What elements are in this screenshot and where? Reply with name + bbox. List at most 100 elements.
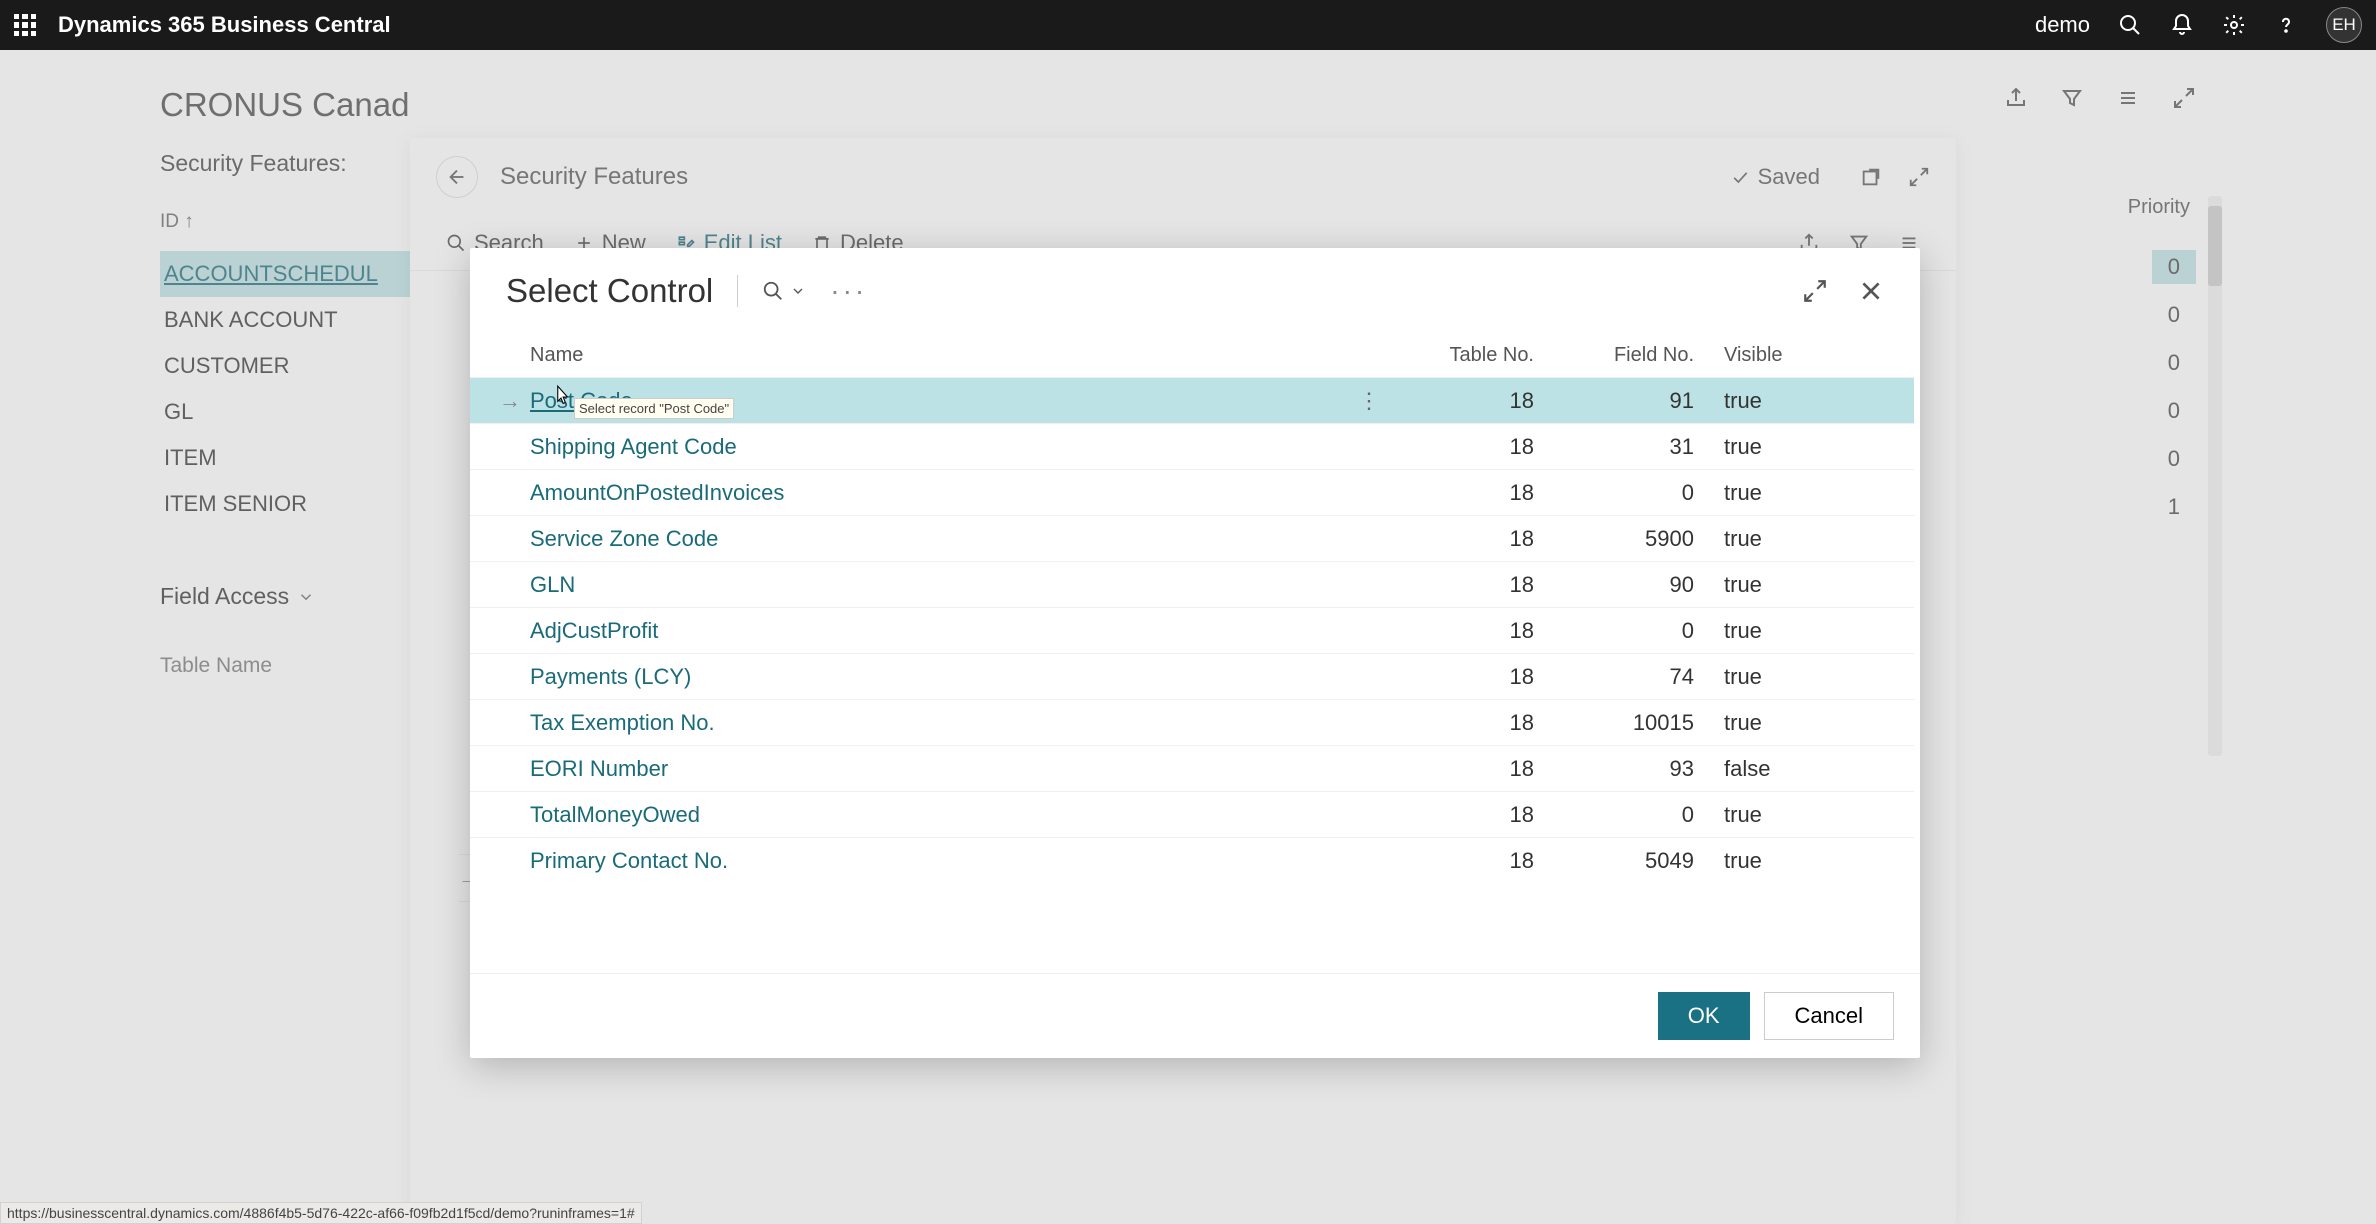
- visible-header[interactable]: Visible: [1694, 344, 1894, 367]
- table-no-cell: 18: [1384, 618, 1534, 644]
- bell-icon[interactable]: [2170, 13, 2194, 37]
- visible-cell: true: [1694, 388, 1894, 414]
- grid-row[interactable]: →EORI Number⋮1893false: [470, 745, 1914, 791]
- name-link[interactable]: Post Code: [530, 388, 633, 413]
- dialog-search-button[interactable]: [762, 280, 806, 302]
- scrollbar[interactable]: [2208, 196, 2222, 756]
- product-title: Dynamics 365 Business Central: [58, 12, 391, 38]
- grid-row[interactable]: →Primary Contact No.⋮185049true: [470, 837, 1914, 883]
- expand-icon[interactable]: [2172, 86, 2196, 110]
- priority-column-header[interactable]: Priority: [2128, 196, 2190, 219]
- name-link[interactable]: GLN: [530, 572, 575, 597]
- arrow-left-icon: [446, 166, 468, 188]
- table-no-cell: 18: [1384, 664, 1534, 690]
- field-no-cell: 31: [1534, 434, 1694, 460]
- visible-cell: true: [1694, 526, 1894, 552]
- name-link[interactable]: Payments (LCY): [530, 664, 691, 689]
- visible-cell: true: [1694, 572, 1894, 598]
- chevron-down-icon: [790, 283, 806, 299]
- name-link[interactable]: Primary Contact No.: [530, 848, 728, 873]
- app-launcher-icon[interactable]: [14, 14, 36, 36]
- row-indicator-icon: →: [490, 388, 530, 414]
- table-no-header[interactable]: Table No.: [1384, 344, 1534, 367]
- grid-row[interactable]: →Tax Exemption No.⋮1810015true: [470, 699, 1914, 745]
- top-navbar: Dynamics 365 Business Central demo EH: [0, 0, 2376, 50]
- search-icon: [762, 280, 784, 302]
- name-link[interactable]: AdjCustProfit: [530, 618, 658, 643]
- table-no-cell: 18: [1384, 848, 1534, 874]
- field-no-cell: 0: [1534, 618, 1694, 644]
- priority-cell: 0: [2152, 442, 2196, 476]
- filter-icon[interactable]: [2060, 86, 2084, 110]
- expand-icon[interactable]: [1908, 166, 1930, 188]
- name-link[interactable]: Shipping Agent Code: [530, 434, 737, 459]
- field-no-cell: 93: [1534, 756, 1694, 782]
- name-link[interactable]: Tax Exemption No.: [530, 710, 715, 735]
- visible-cell: true: [1694, 848, 1894, 874]
- field-no-header[interactable]: Field No.: [1534, 344, 1694, 367]
- visible-cell: true: [1694, 618, 1894, 644]
- grid-row[interactable]: →AmountOnPostedInvoices⋮180true: [470, 469, 1914, 515]
- status-bar: https://businesscentral.dynamics.com/488…: [0, 1202, 642, 1224]
- dialog-more-button[interactable]: ···: [830, 275, 867, 307]
- list-icon[interactable]: [2116, 86, 2140, 110]
- popout-icon[interactable]: [1860, 166, 1882, 188]
- name-link[interactable]: AmountOnPostedInvoices: [530, 480, 784, 505]
- field-no-cell: 10015: [1534, 710, 1694, 736]
- field-no-cell: 5049: [1534, 848, 1694, 874]
- row-more-button[interactable]: ⋮: [1354, 388, 1384, 414]
- avatar[interactable]: EH: [2326, 7, 2362, 43]
- grid-row[interactable]: →Payments (LCY)⋮1874true: [470, 653, 1914, 699]
- field-no-cell: 0: [1534, 802, 1694, 828]
- field-no-cell: 90: [1534, 572, 1694, 598]
- card-title: Security Features: [500, 163, 1708, 191]
- check-icon: [1730, 167, 1750, 187]
- grid-header: Name Table No. Field No. Visible: [470, 326, 1914, 377]
- field-no-cell: 74: [1534, 664, 1694, 690]
- field-no-cell: 5900: [1534, 526, 1694, 552]
- company-title: CRONUS Canad: [160, 86, 600, 124]
- name-link[interactable]: Service Zone Code: [530, 526, 718, 551]
- table-no-cell: 18: [1384, 526, 1534, 552]
- field-no-cell: 91: [1534, 388, 1694, 414]
- table-no-cell: 18: [1384, 710, 1534, 736]
- name-link[interactable]: EORI Number: [530, 756, 668, 781]
- name-link[interactable]: TotalMoneyOwed: [530, 802, 700, 827]
- user-label[interactable]: demo: [2035, 12, 2090, 38]
- grid-row[interactable]: →Shipping Agent Code⋮1831true: [470, 423, 1914, 469]
- grid-row[interactable]: →Post Code ⋮1891true: [470, 377, 1914, 423]
- table-no-cell: 18: [1384, 434, 1534, 460]
- gear-icon[interactable]: [2222, 13, 2246, 37]
- back-button[interactable]: [436, 156, 478, 198]
- ok-button[interactable]: OK: [1658, 992, 1750, 1040]
- field-no-cell: 0: [1534, 480, 1694, 506]
- table-no-cell: 18: [1384, 388, 1534, 414]
- grid-row[interactable]: →GLN⋮1890true: [470, 561, 1914, 607]
- grid-row[interactable]: →AdjCustProfit⋮180true: [470, 607, 1914, 653]
- grid-row[interactable]: →Service Zone Code⋮185900true: [470, 515, 1914, 561]
- visible-cell: true: [1694, 802, 1894, 828]
- priority-cell: 0: [2152, 394, 2196, 428]
- search-icon: [446, 233, 466, 253]
- grid-body: Select record "Post Code" →Post Code⋮189…: [470, 377, 1914, 973]
- field-access-header[interactable]: Field Access: [160, 583, 315, 610]
- select-control-dialog: Select Control ··· Name Table No. Field …: [470, 248, 1920, 1058]
- grid-row[interactable]: →TotalMoneyOwed⋮180true: [470, 791, 1914, 837]
- priority-cell: 1: [2152, 490, 2196, 524]
- visible-cell: true: [1694, 664, 1894, 690]
- share-icon[interactable]: [2004, 86, 2028, 110]
- close-icon[interactable]: [1858, 278, 1884, 304]
- visible-cell: true: [1694, 480, 1894, 506]
- table-no-cell: 18: [1384, 572, 1534, 598]
- visible-cell: false: [1694, 756, 1894, 782]
- chevron-down-icon: [297, 588, 315, 606]
- expand-icon[interactable]: [1802, 278, 1828, 304]
- cancel-button[interactable]: Cancel: [1764, 992, 1894, 1040]
- help-icon[interactable]: [2274, 13, 2298, 37]
- name-header[interactable]: Name: [530, 344, 1384, 367]
- table-no-cell: 18: [1384, 480, 1534, 506]
- saved-indicator: Saved: [1730, 164, 1820, 190]
- priority-cell: 0: [2152, 250, 2196, 284]
- visible-cell: true: [1694, 434, 1894, 460]
- search-icon[interactable]: [2118, 13, 2142, 37]
